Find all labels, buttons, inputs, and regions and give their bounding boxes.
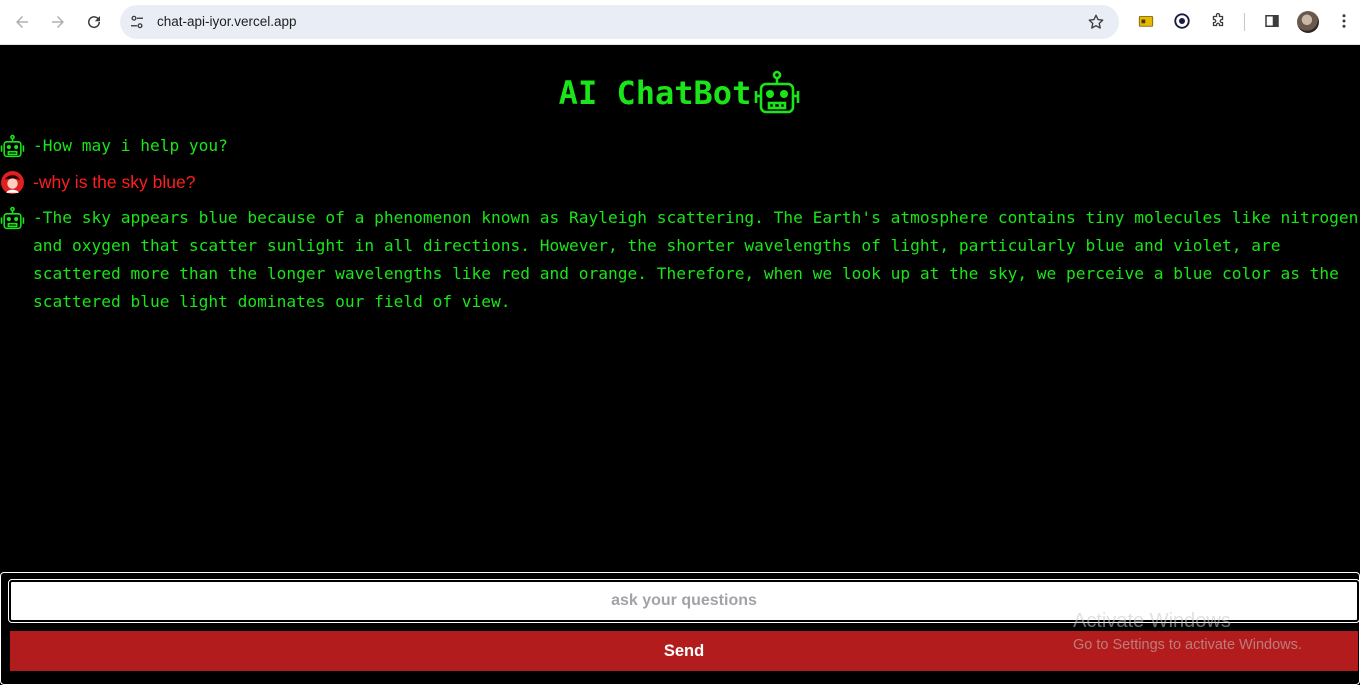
side-panel-icon[interactable] xyxy=(1262,11,1282,31)
url-text[interactable]: chat-api-iyor.vercel.app xyxy=(157,14,297,29)
bookmark-star-icon[interactable] xyxy=(1087,13,1105,31)
robot-icon xyxy=(755,70,800,114)
question-input[interactable] xyxy=(8,579,1360,623)
app-title: AI ChatBot xyxy=(0,64,1360,120)
user-message: -why is the sky blue? xyxy=(0,168,1360,196)
reload-icon[interactable] xyxy=(81,9,107,35)
site-settings-icon[interactable] xyxy=(128,13,146,31)
back-arrow-icon[interactable] xyxy=(9,9,35,35)
app-title-text: AI ChatBot xyxy=(558,74,752,112)
more-menu-icon[interactable] xyxy=(1334,11,1354,31)
profile-avatar[interactable] xyxy=(1297,11,1319,33)
message-list: -How may i help you? -why is the sky blu… xyxy=(0,132,1360,324)
address-bar[interactable]: chat-api-iyor.vercel.app xyxy=(120,5,1119,39)
sync-icon[interactable] xyxy=(1172,11,1192,31)
bot-message: -The sky appears blue because of a pheno… xyxy=(0,204,1360,316)
message-text: -The sky appears blue because of a pheno… xyxy=(33,208,1359,311)
toolbar-divider xyxy=(1244,13,1245,31)
message-text: -How may i help you? xyxy=(33,136,228,155)
robot-icon xyxy=(0,206,25,230)
chat-form: Send xyxy=(0,572,1360,685)
user-avatar-icon xyxy=(1,171,24,194)
message-text: -why is the sky blue? xyxy=(33,172,196,192)
send-button[interactable]: Send xyxy=(10,631,1358,671)
chat-page: AI ChatBot -How may i help you? -why is … xyxy=(0,46,1360,685)
forward-arrow-icon[interactable] xyxy=(45,9,71,35)
extension-folder-icon[interactable] xyxy=(1136,11,1156,31)
bot-message: -How may i help you? xyxy=(0,132,1360,160)
extensions-puzzle-icon[interactable] xyxy=(1208,11,1228,31)
browser-toolbar: chat-api-iyor.vercel.app xyxy=(0,0,1360,45)
robot-icon xyxy=(0,134,25,158)
